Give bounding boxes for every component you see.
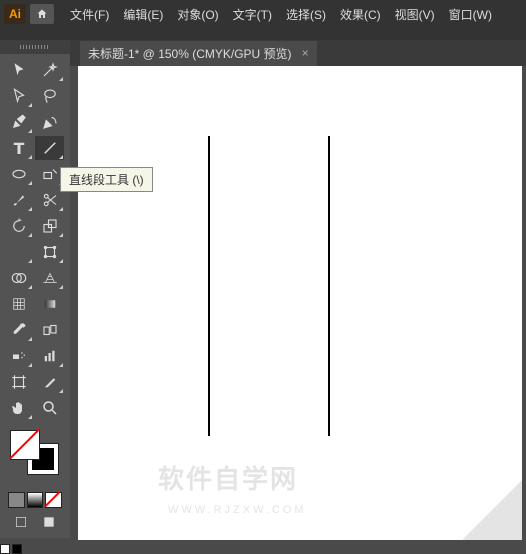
shape-builder-tool[interactable] (4, 266, 33, 290)
artboard-icon (10, 373, 28, 391)
titlebar: Ai 文件(F) 编辑(E) 对象(O) 文字(T) 选择(S) 效果(C) 视… (0, 0, 526, 28)
selection-icon (10, 61, 28, 79)
color-mode-button[interactable] (8, 492, 25, 508)
eyedropper-icon (10, 321, 28, 339)
ellipse-tool[interactable] (4, 162, 33, 186)
screen-mode-row (6, 512, 64, 532)
tool-tooltip: 直线段工具 (\) (60, 167, 153, 192)
fill-stroke-swatches[interactable] (10, 430, 60, 474)
rotate-icon (10, 217, 28, 235)
paintbrush-icon (10, 191, 28, 209)
gradient-tool[interactable] (35, 292, 64, 316)
watermark-url: WWW.RJZXW.COM (168, 504, 307, 516)
document-tab[interactable]: 未标题-1* @ 150% (CMYK/GPU 预览) × (80, 41, 317, 66)
blend-icon (41, 321, 59, 339)
menu-type[interactable]: 文字(T) (227, 3, 278, 26)
menu-file[interactable]: 文件(F) (64, 3, 115, 26)
direct-selection-icon (10, 87, 28, 105)
home-button[interactable] (30, 4, 54, 24)
menu-window[interactable]: 窗口(W) (443, 3, 498, 26)
free-transform-tool[interactable] (35, 240, 64, 264)
menu-select[interactable]: 选择(S) (280, 3, 332, 26)
draw-normal-icon (13, 514, 29, 530)
graph-icon (41, 347, 59, 365)
sub-titlebar (0, 28, 526, 40)
tab-bar: 未标题-1* @ 150% (CMYK/GPU 预览) × (0, 40, 526, 66)
default-colors-icon[interactable] (0, 544, 10, 554)
symbol-sprayer-icon (10, 347, 28, 365)
curvature-icon (41, 113, 59, 131)
zoom-icon (41, 399, 59, 417)
canvas-line-2[interactable] (328, 136, 330, 436)
swap-colors-icon[interactable] (12, 544, 22, 554)
lasso-icon (41, 87, 59, 105)
hand-tool[interactable] (4, 396, 33, 420)
draw-mode-button[interactable] (8, 512, 34, 532)
gradient-icon (41, 295, 59, 313)
line-segment-tool[interactable] (35, 136, 64, 160)
line-segment-icon (41, 139, 59, 157)
column-graph-tool[interactable] (35, 344, 64, 368)
shape-builder-icon (10, 269, 28, 287)
menu-bar: 文件(F) 编辑(E) 对象(O) 文字(T) 选择(S) 效果(C) 视图(V… (64, 3, 498, 26)
paintbrush-tool[interactable] (4, 188, 33, 212)
tab-title: 未标题-1* @ 150% (CMYK/GPU 预览) (88, 45, 292, 62)
selection-tool[interactable] (4, 58, 33, 82)
type-tool[interactable] (4, 136, 33, 160)
color-mode-row (6, 492, 64, 508)
app-logo: Ai (4, 4, 26, 24)
home-icon (36, 8, 48, 20)
toolbar (0, 54, 70, 538)
watermark-text: 软件自学网 (158, 459, 298, 496)
slice-tool[interactable] (35, 370, 64, 394)
menu-effect[interactable]: 效果(C) (334, 3, 387, 26)
width-icon (10, 243, 28, 261)
color-section (4, 428, 66, 534)
app-logo-text: Ai (9, 7, 21, 21)
pen-tool[interactable] (4, 110, 33, 134)
lasso-tool[interactable] (35, 84, 64, 108)
type-icon (10, 139, 28, 157)
perspective-icon (41, 269, 59, 287)
canvas[interactable]: 软件自学网 WWW.RJZXW.COM (78, 66, 522, 540)
scale-icon (41, 217, 59, 235)
slice-icon (41, 373, 59, 391)
handle-dots-icon (20, 45, 50, 49)
magic-wand-tool[interactable] (35, 58, 64, 82)
rotate-tool[interactable] (4, 214, 33, 238)
artboard-tool[interactable] (4, 370, 33, 394)
ellipse-icon (10, 165, 28, 183)
toolbar-handle[interactable] (0, 40, 70, 54)
gradient-mode-button[interactable] (27, 492, 44, 508)
zoom-tool[interactable] (35, 396, 64, 420)
mesh-icon (10, 295, 28, 313)
tab-close-button[interactable]: × (302, 46, 309, 60)
free-transform-icon (41, 243, 59, 261)
hand-icon (10, 399, 28, 417)
menu-object[interactable]: 对象(O) (171, 3, 224, 26)
direct-selection-tool[interactable] (4, 84, 33, 108)
pen-icon (10, 113, 28, 131)
eyedropper-tool[interactable] (4, 318, 33, 342)
mini-swatches (0, 544, 22, 554)
blend-tool[interactable] (35, 318, 64, 342)
canvas-line-1[interactable] (208, 136, 210, 436)
symbol-sprayer-tool[interactable] (4, 344, 33, 368)
curvature-tool[interactable] (35, 110, 64, 134)
scale-tool[interactable] (35, 214, 64, 238)
menu-view[interactable]: 视图(V) (389, 3, 441, 26)
mesh-tool[interactable] (4, 292, 33, 316)
magic-wand-icon (41, 61, 59, 79)
corner-fold-icon (462, 480, 522, 540)
screen-mode-button[interactable] (36, 512, 62, 532)
scissors-icon (41, 191, 59, 209)
none-mode-button[interactable] (45, 492, 62, 508)
shaper-icon (41, 165, 59, 183)
perspective-grid-tool[interactable] (35, 266, 64, 290)
menu-edit[interactable]: 编辑(E) (117, 3, 169, 26)
screen-mode-icon (41, 514, 57, 530)
fill-swatch[interactable] (10, 430, 40, 460)
width-tool[interactable] (4, 240, 33, 264)
